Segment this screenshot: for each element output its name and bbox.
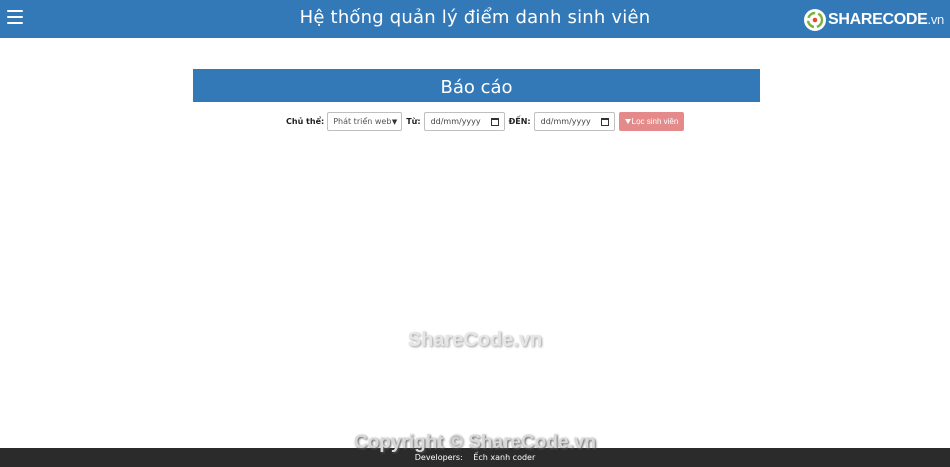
sharecode-logo: SHARECODE.vn bbox=[804, 9, 944, 31]
from-date-input[interactable]: dd/mm/yyyy bbox=[423, 112, 505, 131]
developer-name: Ếch xanh coder bbox=[473, 453, 536, 462]
to-date-label: ĐẾN: bbox=[508, 117, 531, 126]
top-navbar: Hệ thống quản lý điểm danh sinh viên SHA… bbox=[0, 0, 950, 38]
copyright-watermark: Copyright © ShareCode.vn bbox=[353, 432, 597, 453]
developers-label: Developers: bbox=[414, 453, 463, 462]
developers-line: Developers: Ếch xanh coder bbox=[0, 453, 950, 462]
brand-name: SHARECODE bbox=[828, 11, 928, 28]
filter-button-label: Lọc sinh viên bbox=[631, 117, 679, 126]
subject-selected-value: Phát triển web bbox=[333, 117, 392, 126]
to-date-placeholder: dd/mm/yyyy bbox=[540, 117, 591, 126]
subject-label: Chủ thể: bbox=[286, 117, 325, 126]
report-title: Báo cáo bbox=[193, 69, 760, 102]
calendar-icon[interactable] bbox=[490, 118, 499, 126]
from-date-label: Từ: bbox=[406, 117, 421, 126]
filter-students-button[interactable]: Lọc sinh viên bbox=[618, 112, 685, 131]
brand-suffix: .vn bbox=[927, 12, 945, 27]
filter-form: Chủ thể: Phát triển web ▼ Từ: dd/mm/yyyy… bbox=[286, 112, 685, 131]
calendar-icon[interactable] bbox=[600, 118, 609, 126]
watermark-text: ShareCode.vn bbox=[407, 329, 543, 351]
filter-funnel-icon bbox=[624, 119, 631, 124]
recycle-logo-icon bbox=[804, 9, 826, 31]
from-date-placeholder: dd/mm/yyyy bbox=[430, 117, 481, 126]
subject-select[interactable]: Phát triển web ▼ bbox=[327, 112, 403, 131]
chevron-down-icon: ▼ bbox=[391, 118, 398, 126]
to-date-input[interactable]: dd/mm/yyyy bbox=[533, 112, 615, 131]
